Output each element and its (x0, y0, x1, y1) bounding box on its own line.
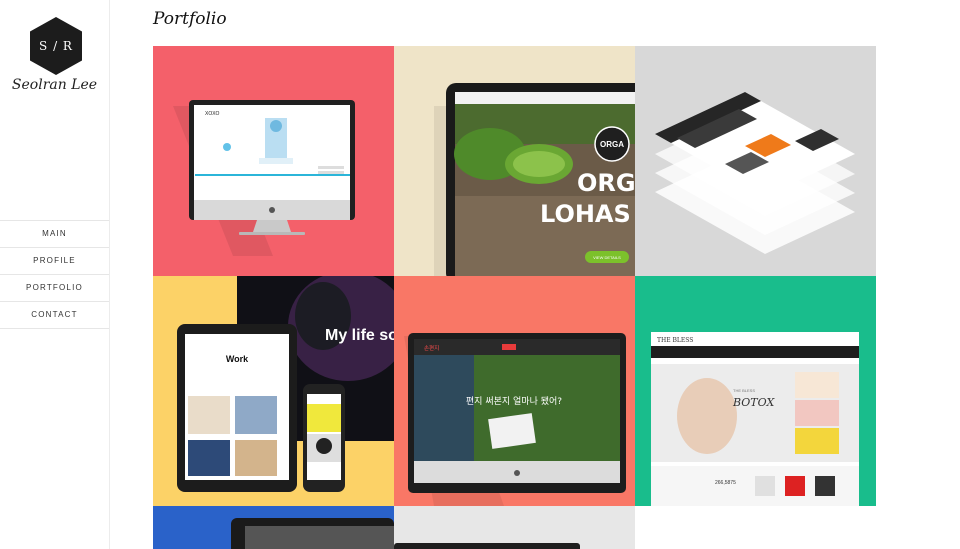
portfolio-tile-7[interactable] (153, 506, 394, 549)
portfolio-tile-5[interactable]: 손편지 편지 써본지 얼마나 됐어? (394, 276, 635, 506)
brand-name[interactable]: Seolran Lee (0, 77, 109, 93)
portfolio-tile-3[interactable] (635, 46, 876, 276)
imac-mockup-image: XOXO (153, 46, 394, 276)
orga-headline-2: LOHAS L (540, 200, 635, 228)
tablet-title: Work (226, 354, 249, 364)
portfolio-tile-8[interactable] (394, 506, 635, 549)
bless-site-mockup-image: THE BLESS THE BLESS BOTOX 266,5875 (635, 276, 876, 506)
portfolio-tile-4[interactable]: My life so Work (153, 276, 394, 506)
orga-button: VIEW DETAILS (593, 255, 621, 260)
orga-badge: ORGA (600, 140, 624, 149)
portfolio-tile-1[interactable]: XOXO (153, 46, 394, 276)
layered-web-mockup-image (635, 46, 876, 276)
page-title: Portfolio (153, 9, 227, 29)
orga-mockup-image: ORGA ORGA LOHAS L VIEW DETAILS (394, 46, 635, 276)
logo-text: S / R (39, 39, 73, 53)
portfolio-grid: XOXO ORGA ORGA LOHAS L (153, 46, 876, 549)
site-logo: THE BLESS (657, 337, 693, 344)
tile-background (394, 506, 635, 549)
hero-sub: THE BLESS (733, 388, 755, 393)
screen-text: 편지 써본지 얼마나 됐어? (466, 395, 562, 407)
grey-mockup-image (394, 506, 635, 549)
nav-item-main[interactable]: MAIN (0, 221, 109, 248)
portfolio-tile-6[interactable]: THE BLESS THE BLESS BOTOX 266,5875 (635, 276, 876, 506)
logo[interactable]: S / R (30, 17, 82, 75)
sidebar: S / R Seolran Lee MAIN PROFILE PORTFOLIO… (0, 0, 110, 549)
screen-logo: XOXO (205, 111, 220, 117)
nav-item-profile[interactable]: PROFILE (0, 248, 109, 275)
hero-text: BOTOX (732, 396, 775, 409)
orga-headline-1: ORGA (577, 169, 635, 197)
overlay-text: My life so (325, 327, 394, 344)
price-text: 266,5875 (715, 480, 736, 486)
letter-site-mockup-image: 손편지 편지 써본지 얼마나 됐어? (394, 276, 635, 506)
blue-mockup-image (153, 506, 394, 549)
portfolio-tile-2[interactable]: ORGA ORGA LOHAS L VIEW DETAILS (394, 46, 635, 276)
work-devices-mockup-image: My life so Work (153, 276, 394, 506)
screen-logo: 손편지 (424, 344, 439, 352)
main-nav: MAIN PROFILE PORTFOLIO CONTACT (0, 220, 109, 329)
nav-item-portfolio[interactable]: PORTFOLIO (0, 275, 109, 302)
nav-item-contact[interactable]: CONTACT (0, 302, 109, 329)
